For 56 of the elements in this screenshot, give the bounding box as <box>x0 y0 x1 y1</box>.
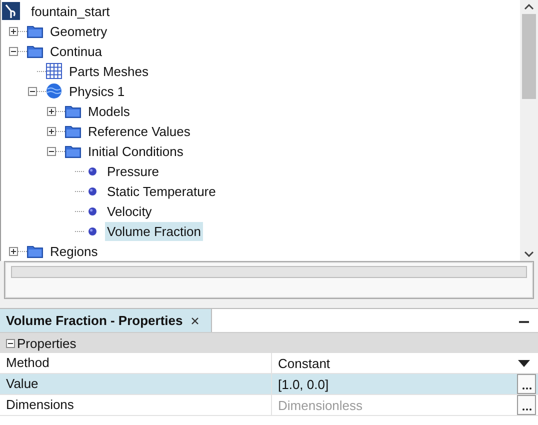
dot-icon <box>88 166 96 176</box>
property-name: Method <box>0 353 272 373</box>
folder-icon <box>65 144 81 158</box>
expander-icon[interactable] <box>47 106 56 116</box>
dot-icon <box>88 206 96 216</box>
property-row[interactable]: Method Constant <box>0 353 538 374</box>
ellipsis-icon <box>522 408 532 411</box>
scroll-up-icon[interactable] <box>524 4 534 10</box>
property-row[interactable]: Value [1.0, 0.0] <box>0 374 538 395</box>
property-value: Dimensionless <box>278 398 364 412</box>
expander-icon[interactable] <box>9 46 18 56</box>
scroll-down-icon[interactable] <box>524 251 534 257</box>
expander-icon[interactable] <box>9 26 18 36</box>
section-header[interactable]: Properties <box>0 333 538 353</box>
property-value: [1.0, 0.0] <box>278 376 330 392</box>
properties-tab[interactable]: Volume Fraction - Properties <box>0 309 212 332</box>
expander-icon[interactable] <box>9 246 18 256</box>
property-value: Constant <box>278 356 332 370</box>
sphere-icon <box>46 83 62 99</box>
ellipsis-button[interactable] <box>517 374 536 394</box>
folder-icon <box>27 44 43 58</box>
tree-item[interactable]: fountain_start <box>29 2 112 20</box>
tree-item[interactable]: Static Temperature <box>105 182 218 200</box>
folder-icon <box>27 244 43 258</box>
tab-title: Volume Fraction - Properties <box>6 313 183 328</box>
folder-icon <box>65 104 81 118</box>
tree-item[interactable]: Geometry <box>48 22 110 40</box>
scrollbar[interactable] <box>520 0 538 261</box>
minimize-icon[interactable] <box>519 321 529 324</box>
dropdown-icon[interactable] <box>518 360 530 366</box>
property-name: Value <box>0 374 272 394</box>
scroll-thumb[interactable] <box>522 14 536 99</box>
tree-item[interactable]: Volume Fraction <box>105 222 203 240</box>
tree-item[interactable]: Initial Conditions <box>86 142 186 160</box>
dot-icon <box>88 186 96 196</box>
tree-item[interactable]: Regions <box>48 242 100 260</box>
collapse-icon[interactable] <box>6 338 15 348</box>
tree-item[interactable]: Models <box>86 102 132 120</box>
expander-icon[interactable] <box>47 146 56 156</box>
expander-icon[interactable] <box>28 86 37 96</box>
folder-icon <box>27 24 43 38</box>
horizontal-scrollbar[interactable] <box>11 266 527 278</box>
tree-item[interactable]: Velocity <box>105 202 154 220</box>
tree-item[interactable]: Continua <box>48 42 104 60</box>
dot-icon <box>88 226 96 236</box>
grid-icon <box>46 63 62 79</box>
expander-icon[interactable] <box>47 126 56 136</box>
tree-item[interactable]: Parts Meshes <box>67 62 150 80</box>
property-name: Dimensions <box>0 395 272 415</box>
tree-item[interactable]: Reference Values <box>86 122 192 140</box>
close-icon[interactable] <box>190 316 199 324</box>
folder-icon <box>65 124 81 138</box>
ellipsis-icon <box>522 387 532 390</box>
section-title: Properties <box>17 336 76 350</box>
tree-item[interactable]: Physics 1 <box>67 82 127 100</box>
tree-item[interactable]: Pressure <box>105 162 162 180</box>
